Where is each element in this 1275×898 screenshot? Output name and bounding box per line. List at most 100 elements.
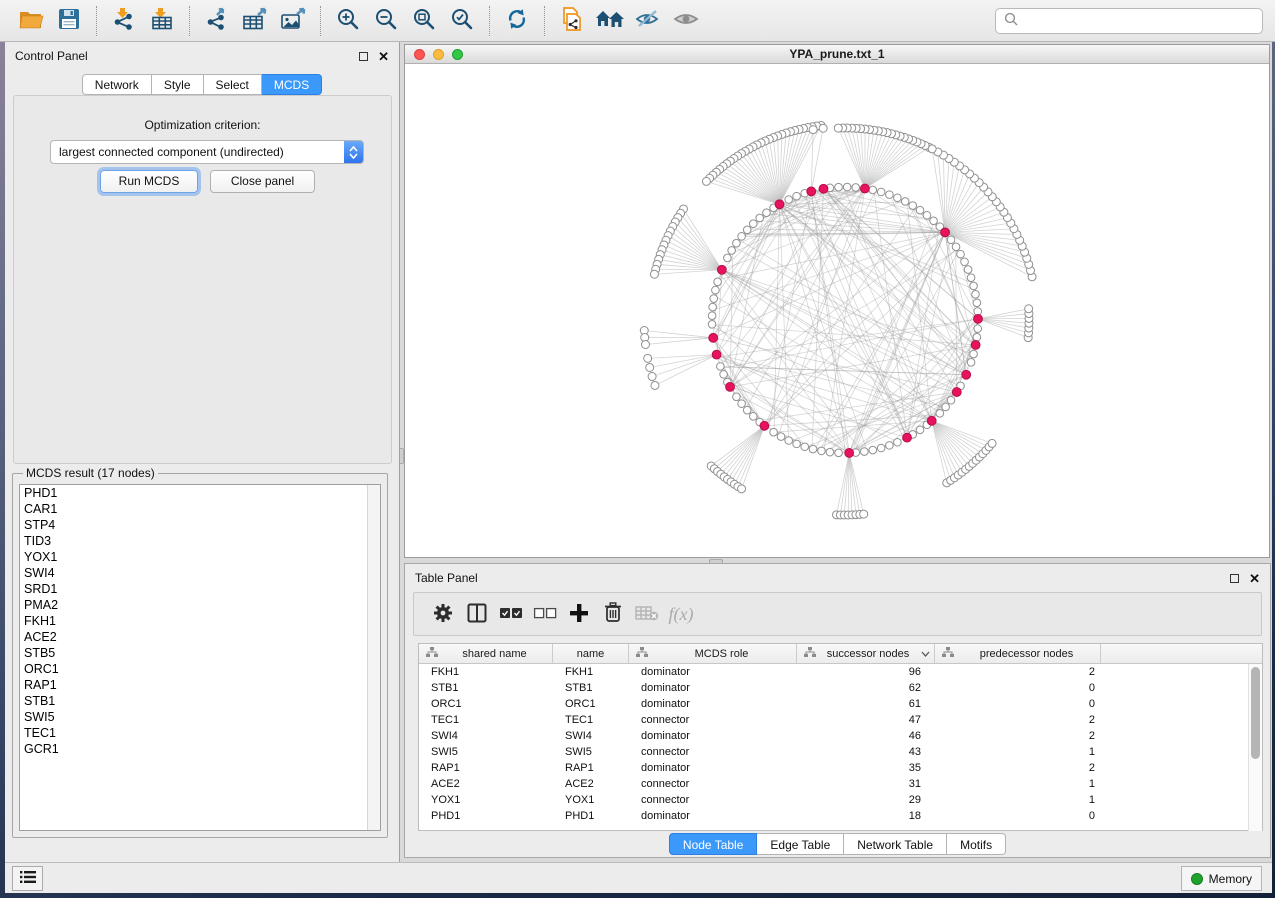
ring-node[interactable] — [835, 183, 843, 191]
ring-node[interactable] — [708, 321, 716, 329]
network-window-titlebar[interactable]: YPA_prune.txt_1 — [405, 45, 1269, 64]
satellite-node[interactable] — [644, 354, 652, 362]
table-cell[interactable]: 62 — [797, 682, 935, 694]
ring-node[interactable] — [894, 194, 902, 202]
table-cell[interactable]: ACE2 — [419, 778, 553, 790]
tab-style[interactable]: Style — [152, 74, 204, 95]
satellite-node[interactable] — [988, 439, 996, 447]
satellite-node[interactable] — [1025, 305, 1033, 313]
column-selector-button[interactable] — [460, 597, 494, 631]
table-cell[interactable]: 1 — [935, 794, 1101, 806]
ring-node[interactable] — [749, 413, 757, 421]
export-table-button[interactable] — [239, 5, 271, 37]
table-settings-button[interactable] — [426, 597, 460, 631]
ring-node[interactable] — [936, 409, 944, 417]
ring-node[interactable] — [942, 403, 950, 411]
table-cell[interactable]: connector — [629, 746, 797, 758]
table-cell[interactable]: 1 — [935, 746, 1101, 758]
ring-node[interactable] — [793, 192, 801, 200]
column-header-predecessor-nodes[interactable]: predecessor nodes — [935, 644, 1101, 663]
panel-list-button[interactable] — [12, 866, 43, 891]
search-box[interactable] — [995, 8, 1263, 34]
float-table-panel-icon[interactable] — [1230, 574, 1239, 583]
mcds-result-item[interactable]: STB1 — [20, 693, 380, 709]
table-cell[interactable]: connector — [629, 714, 797, 726]
ring-node[interactable] — [901, 198, 909, 206]
memory-button[interactable]: Memory — [1181, 866, 1262, 891]
table-row[interactable]: YOX1YOX1connector291 — [419, 792, 1262, 808]
ring-node[interactable] — [930, 217, 938, 225]
hide-selected-button[interactable] — [632, 5, 664, 37]
mcds-result-item[interactable]: ACE2 — [20, 629, 380, 645]
ring-node[interactable] — [738, 233, 746, 241]
table-cell[interactable]: 2 — [935, 730, 1101, 742]
ring-node[interactable] — [923, 211, 931, 219]
satellite-node[interactable] — [834, 124, 842, 132]
ring-node[interactable] — [733, 393, 741, 401]
table-cell[interactable]: ORC1 — [419, 698, 553, 710]
ring-node[interactable] — [756, 214, 764, 222]
ring-node[interactable] — [709, 303, 717, 311]
dominator-node[interactable] — [962, 370, 971, 379]
ring-node[interactable] — [967, 359, 975, 367]
table-cell[interactable]: dominator — [629, 810, 797, 822]
mcds-result-scrollbar[interactable] — [367, 485, 380, 830]
ring-node[interactable] — [869, 446, 877, 454]
table-cell[interactable]: 46 — [797, 730, 935, 742]
save-session-button[interactable] — [53, 5, 85, 37]
mcds-result-item[interactable]: SWI5 — [20, 709, 380, 725]
ring-node[interactable] — [712, 286, 720, 294]
table-cell[interactable]: PHD1 — [553, 810, 629, 822]
ring-node[interactable] — [964, 266, 972, 274]
table-cell[interactable]: 0 — [935, 810, 1101, 822]
close-window-icon[interactable] — [414, 49, 425, 60]
dominator-node[interactable] — [845, 449, 854, 458]
delete-table-button[interactable] — [630, 597, 664, 631]
ring-node[interactable] — [952, 243, 960, 251]
maximize-window-icon[interactable] — [452, 49, 463, 60]
table-cell[interactable]: STB1 — [553, 682, 629, 694]
table-cell[interactable]: SWI5 — [419, 746, 553, 758]
mcds-result-item[interactable]: PHD1 — [20, 485, 380, 501]
ring-node[interactable] — [909, 202, 917, 210]
tab-mcds[interactable]: MCDS — [262, 74, 322, 95]
table-scrollbar-thumb[interactable] — [1251, 667, 1260, 759]
function-builder-button[interactable]: f(x) — [664, 597, 698, 631]
first-neighbors-button[interactable] — [594, 5, 626, 37]
ring-node[interactable] — [957, 250, 965, 258]
dominator-node[interactable] — [726, 383, 735, 392]
ring-node[interactable] — [809, 445, 817, 453]
ring-node[interactable] — [801, 443, 809, 451]
mcds-result-item[interactable]: RAP1 — [20, 677, 380, 693]
ring-node[interactable] — [770, 428, 778, 436]
mcds-result-item[interactable]: SWI4 — [20, 565, 380, 581]
satellite-node[interactable] — [928, 145, 936, 153]
zoom-out-button[interactable] — [370, 5, 402, 37]
table-row[interactable]: TEC1TEC1connector472 — [419, 712, 1262, 728]
table-cell[interactable]: dominator — [629, 698, 797, 710]
ring-node[interactable] — [738, 400, 746, 408]
mcds-result-item[interactable]: GCR1 — [20, 741, 380, 757]
table-cell[interactable]: FKH1 — [553, 666, 629, 678]
dominator-node[interactable] — [952, 388, 961, 397]
import-network-button[interactable] — [108, 5, 140, 37]
ring-node[interactable] — [916, 206, 924, 214]
satellite-node[interactable] — [641, 340, 649, 348]
table-cell[interactable]: 0 — [935, 698, 1101, 710]
dominator-node[interactable] — [903, 433, 912, 442]
table-cell[interactable]: dominator — [629, 682, 797, 694]
ring-node[interactable] — [894, 438, 902, 446]
mcds-result-item[interactable]: STB5 — [20, 645, 380, 661]
mcds-result-item[interactable]: FKH1 — [20, 613, 380, 629]
ring-node[interactable] — [749, 220, 757, 228]
table-cell[interactable]: 61 — [797, 698, 935, 710]
table-row[interactable]: STB1STB1dominator620 — [419, 680, 1262, 696]
deselect-all-rows-button[interactable] — [528, 597, 562, 631]
ring-node[interactable] — [869, 186, 877, 194]
table-cell[interactable]: TEC1 — [419, 714, 553, 726]
optimization-criterion-select[interactable]: largest connected component (undirected) — [50, 140, 364, 164]
ring-node[interactable] — [970, 350, 978, 358]
network-canvas[interactable] — [405, 64, 1269, 557]
table-cell[interactable]: YOX1 — [553, 794, 629, 806]
import-table-button[interactable] — [146, 5, 178, 37]
